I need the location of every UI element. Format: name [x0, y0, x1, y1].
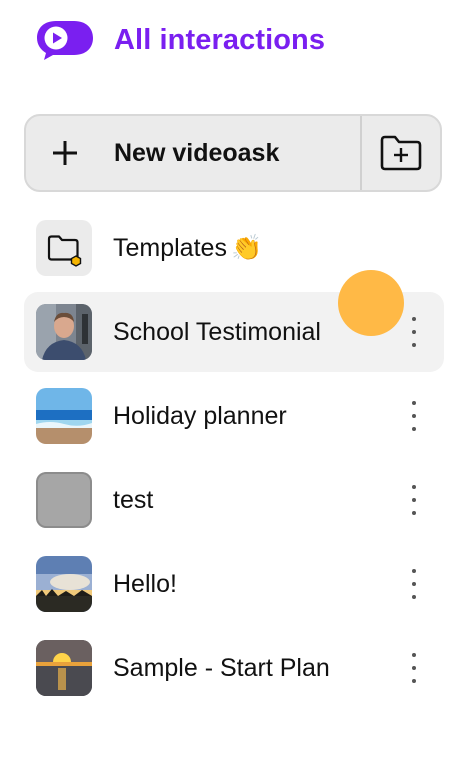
folder-icon: [36, 220, 92, 276]
list-item-test[interactable]: test: [24, 460, 444, 540]
more-options-icon[interactable]: [406, 401, 422, 431]
new-videoask-label: New videoask: [114, 138, 280, 167]
sky-thumbnail: [36, 556, 92, 612]
more-options-icon[interactable]: [406, 485, 422, 515]
item-label: Holiday planner: [113, 401, 287, 430]
item-label: Templates 👏: [113, 233, 263, 262]
person-thumbnail: [36, 304, 92, 360]
header: All interactions: [34, 18, 325, 62]
videoask-logo-icon[interactable]: [34, 18, 96, 62]
gray-thumbnail: [36, 472, 92, 528]
item-label: Sample - Start Plan: [113, 653, 330, 682]
more-options-icon[interactable]: [406, 653, 422, 683]
sunset-thumbnail: [36, 640, 92, 696]
item-label: Hello!: [113, 569, 177, 598]
list-item-school-testimonial[interactable]: School Testimonial: [24, 292, 444, 372]
new-videoask-button[interactable]: New videoask: [26, 116, 360, 190]
clapping-hands-emoji: 👏: [230, 233, 263, 262]
interaction-list: Templates 👏 School Testimonial Holiday p…: [24, 208, 444, 712]
new-folder-button[interactable]: [360, 116, 440, 190]
interactions-panel: All interactions New videoask Templates …: [0, 0, 466, 784]
page-title[interactable]: All interactions: [114, 24, 325, 57]
more-options-icon[interactable]: [406, 317, 422, 347]
item-label: test: [113, 485, 154, 514]
plus-icon: [53, 141, 77, 165]
list-item-holiday-planner[interactable]: Holiday planner: [24, 376, 444, 456]
folder-add-icon: [380, 135, 422, 171]
list-item-sample-start-plan[interactable]: Sample - Start Plan: [24, 628, 444, 708]
new-videoask-group: New videoask: [24, 114, 442, 192]
beach-thumbnail: [36, 388, 92, 444]
item-label: School Testimonial: [113, 317, 321, 346]
list-item-hello[interactable]: Hello!: [24, 544, 444, 624]
list-item-templates[interactable]: Templates 👏: [24, 208, 444, 288]
more-options-icon[interactable]: [406, 569, 422, 599]
